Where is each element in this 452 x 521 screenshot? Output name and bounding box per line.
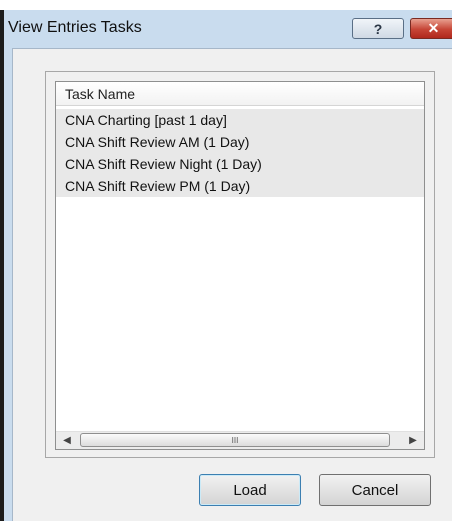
title-bar[interactable]: View Entries Tasks ? ✕ — [4, 10, 452, 48]
window-title: View Entries Tasks — [8, 19, 142, 36]
task-rows: CNA Charting [past 1 day] CNA Shift Revi… — [56, 109, 424, 197]
help-icon: ? — [373, 20, 383, 37]
help-button[interactable]: ? — [352, 18, 404, 39]
grip-icon: III — [231, 435, 239, 445]
list-item[interactable]: CNA Shift Review Night (1 Day) — [56, 153, 424, 175]
scroll-right-icon[interactable]: ▶ — [404, 432, 422, 449]
dialog-window: View Entries Tasks ? ✕ Task Name CNA Cha… — [0, 10, 452, 521]
column-header-label: Task Name — [65, 86, 136, 102]
scroll-left-icon[interactable]: ◀ — [58, 432, 76, 449]
column-header-task-name[interactable]: Task Name — [56, 82, 424, 106]
cancel-button[interactable]: Cancel — [319, 474, 431, 506]
close-button[interactable]: ✕ — [410, 18, 452, 39]
list-item[interactable]: CNA Shift Review AM (1 Day) — [56, 131, 424, 153]
window-edge — [0, 10, 4, 521]
scrollbar-thumb[interactable]: III — [80, 433, 390, 447]
list-item[interactable]: CNA Shift Review PM (1 Day) — [56, 175, 424, 197]
horizontal-scrollbar[interactable]: ◀ III ▶ — [56, 431, 424, 449]
list-item[interactable]: CNA Charting [past 1 day] — [56, 109, 424, 131]
load-button[interactable]: Load — [199, 474, 301, 506]
dialog-body: Task Name CNA Charting [past 1 day] CNA … — [12, 48, 452, 521]
task-list[interactable]: Task Name CNA Charting [past 1 day] CNA … — [55, 81, 425, 450]
group-box: Task Name CNA Charting [past 1 day] CNA … — [45, 71, 435, 458]
close-icon: ✕ — [427, 20, 440, 36]
